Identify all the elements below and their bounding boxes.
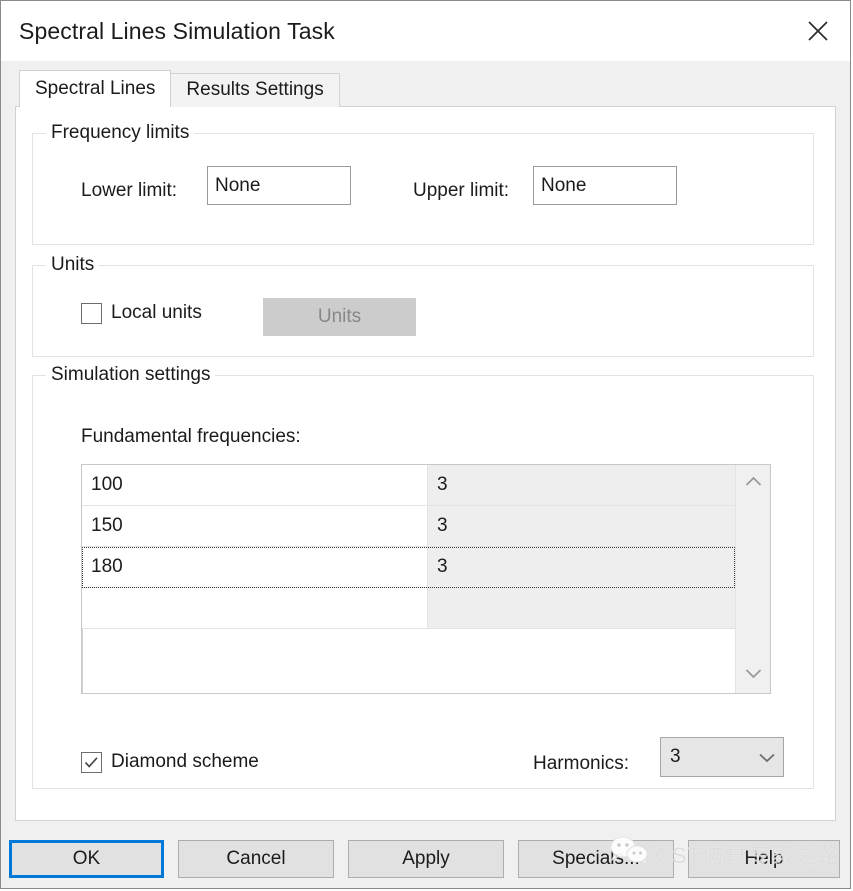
harmonics-label: Harmonics: <box>533 753 630 774</box>
upper-limit-input[interactable]: None <box>533 166 677 205</box>
diamond-scheme-label: Diamond scheme <box>111 751 259 772</box>
help-button[interactable]: Help <box>688 840 840 878</box>
group-simulation-settings-title: Simulation settings <box>46 365 216 385</box>
local-units-checkbox[interactable]: Local units <box>81 302 202 324</box>
close-icon <box>805 18 831 44</box>
checkbox-box-local-units <box>81 302 102 324</box>
table-row-empty[interactable] <box>82 588 735 629</box>
group-units-title: Units <box>46 255 100 275</box>
table-body: 100 3 150 3 180 3 <box>82 465 735 693</box>
scroll-down-button[interactable] <box>736 659 770 691</box>
tab-strip: Spectral Lines Results Settings <box>19 70 836 107</box>
footer-button-bar: OK Cancel Apply Specials... Help CST仿真专家… <box>1 830 850 888</box>
title-bar: Spectral Lines Simulation Task <box>1 1 850 61</box>
help-button-label: Help <box>744 848 784 869</box>
units-button-label: Units <box>317 306 362 327</box>
table-row[interactable]: 100 3 <box>82 465 735 506</box>
specials-button[interactable]: Specials... <box>518 840 674 878</box>
lower-limit-input[interactable]: None <box>207 166 351 205</box>
checkbox-box-diamond-scheme <box>81 751 102 773</box>
dialog-body: Spectral Lines Results Settings Frequenc… <box>1 61 850 830</box>
cancel-button-label: Cancel <box>226 848 286 869</box>
tab-results-settings-label: Results Settings <box>186 79 324 100</box>
local-units-label: Local units <box>111 302 202 323</box>
tab-spectral-lines[interactable]: Spectral Lines <box>19 70 172 107</box>
lower-limit-label: Lower limit: <box>81 180 178 201</box>
specials-button-label: Specials... <box>552 848 640 869</box>
cell-frequency[interactable]: 100 <box>82 465 428 505</box>
chevron-up-icon <box>745 474 762 492</box>
apply-button[interactable]: Apply <box>348 840 504 878</box>
chevron-down-icon <box>751 752 783 763</box>
fundamental-frequencies-table[interactable]: 100 3 150 3 180 3 <box>81 464 771 694</box>
table-row-selected[interactable]: 180 3 <box>82 547 735 588</box>
tab-panel-spectral-lines: Frequency limits Lower limit: None Upper… <box>15 106 836 821</box>
table-row[interactable]: 150 3 <box>82 506 735 547</box>
group-units: Units Local units Units <box>32 255 814 357</box>
harmonics-value: 3 <box>670 746 681 767</box>
page-title: Spectral Lines Simulation Task <box>19 17 335 44</box>
cell-frequency[interactable]: 180 <box>82 547 428 587</box>
chevron-down-icon <box>745 666 762 684</box>
table-empty-area <box>82 629 84 693</box>
apply-button-label: Apply <box>402 848 450 869</box>
group-simulation-settings: Simulation settings Fundamental frequenc… <box>32 365 814 789</box>
group-frequency-limits-title: Frequency limits <box>46 123 195 143</box>
dialog-window: Spectral Lines Simulation Task Spectral … <box>0 0 851 889</box>
cancel-button[interactable]: Cancel <box>178 840 334 878</box>
cell-frequency[interactable] <box>82 588 428 628</box>
cell-order[interactable]: 3 <box>428 547 735 587</box>
group-frequency-limits: Frequency limits Lower limit: None Upper… <box>32 123 814 245</box>
cell-order[interactable]: 3 <box>428 506 735 546</box>
cell-order[interactable]: 3 <box>428 465 735 505</box>
tab-results-settings[interactable]: Results Settings <box>170 73 340 107</box>
scroll-up-button[interactable] <box>736 467 770 499</box>
units-button[interactable]: Units <box>263 298 416 336</box>
harmonics-select[interactable]: 3 <box>660 737 784 777</box>
tab-spectral-lines-label: Spectral Lines <box>35 78 156 99</box>
table-scrollbar[interactable] <box>735 465 770 693</box>
ok-button[interactable]: OK <box>9 840 164 878</box>
cell-frequency[interactable]: 150 <box>82 506 428 546</box>
cell-order[interactable] <box>428 588 735 628</box>
close-button[interactable] <box>786 1 850 61</box>
upper-limit-label: Upper limit: <box>413 180 510 201</box>
ok-button-label: OK <box>72 848 101 869</box>
diamond-scheme-checkbox[interactable]: Diamond scheme <box>81 751 259 773</box>
fundamental-frequencies-label: Fundamental frequencies: <box>81 426 301 447</box>
